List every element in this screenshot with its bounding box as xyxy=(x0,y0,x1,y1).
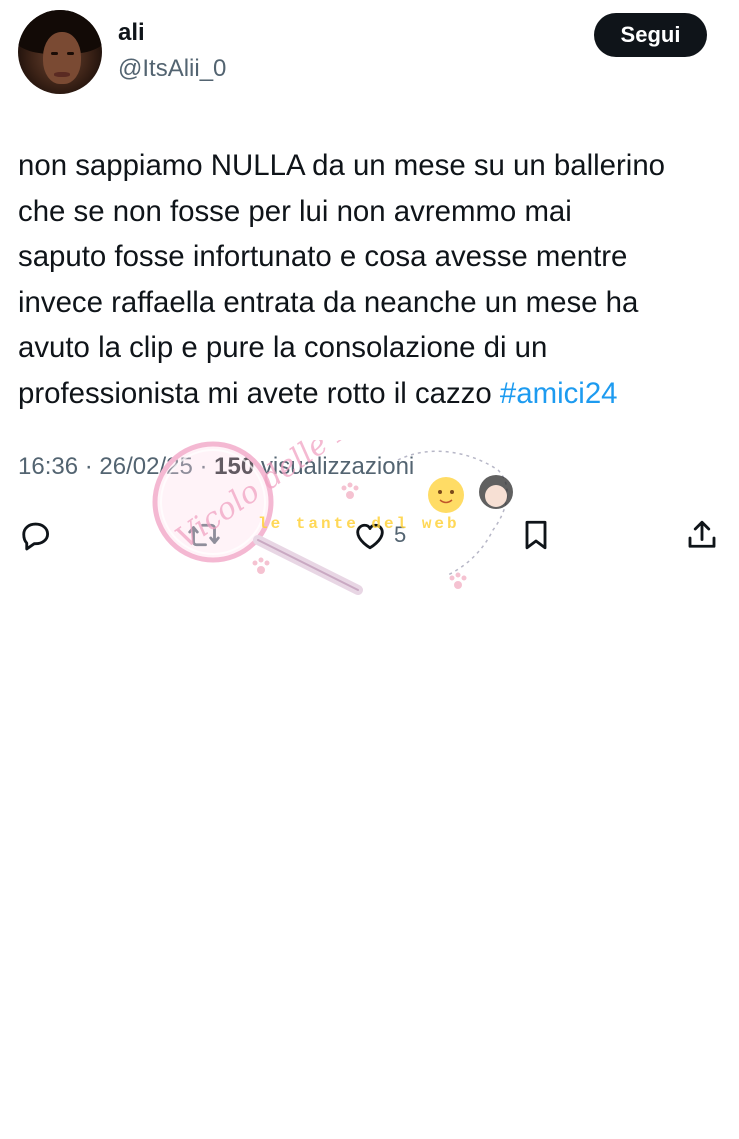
tweet-meta: 16:36 · 26/02/25 · 150 visualizzazioni xyxy=(18,453,415,480)
bookmark-icon xyxy=(525,520,547,550)
reply-button[interactable] xyxy=(17,510,53,560)
hashtag-link[interactable]: #amici24 xyxy=(500,377,618,410)
tweet-actions: 5 xyxy=(0,510,739,560)
like-button[interactable]: 5 xyxy=(352,510,406,560)
reply-icon xyxy=(22,522,50,551)
retweet-button[interactable] xyxy=(186,510,222,560)
avatar-eye xyxy=(67,52,74,55)
avatar-lips xyxy=(54,72,70,77)
tweet-text: non sappiamo NULLA da un mese su un ball… xyxy=(18,143,730,417)
views-label: visualizzazioni xyxy=(260,453,415,480)
share-icon xyxy=(688,520,716,548)
author-handle[interactable]: @ItsAlii_0 xyxy=(118,55,226,83)
tweet-body: non sappiamo NULLA da un mese su un ball… xyxy=(18,149,666,410)
bookmark-button[interactable] xyxy=(518,510,554,560)
retweet-icon xyxy=(188,523,220,547)
follow-button[interactable]: Segui xyxy=(594,13,707,57)
like-icon xyxy=(356,523,384,550)
tweet-time[interactable]: 16:36 xyxy=(18,453,78,480)
tweet-date[interactable]: 26/02/25 xyxy=(99,453,192,480)
avatar[interactable] xyxy=(18,10,102,94)
share-button[interactable] xyxy=(684,510,720,560)
avatar-eye xyxy=(51,52,58,55)
author-name[interactable]: ali xyxy=(118,19,145,47)
views-count: 150 xyxy=(214,453,255,480)
like-count: 5 xyxy=(394,522,407,547)
